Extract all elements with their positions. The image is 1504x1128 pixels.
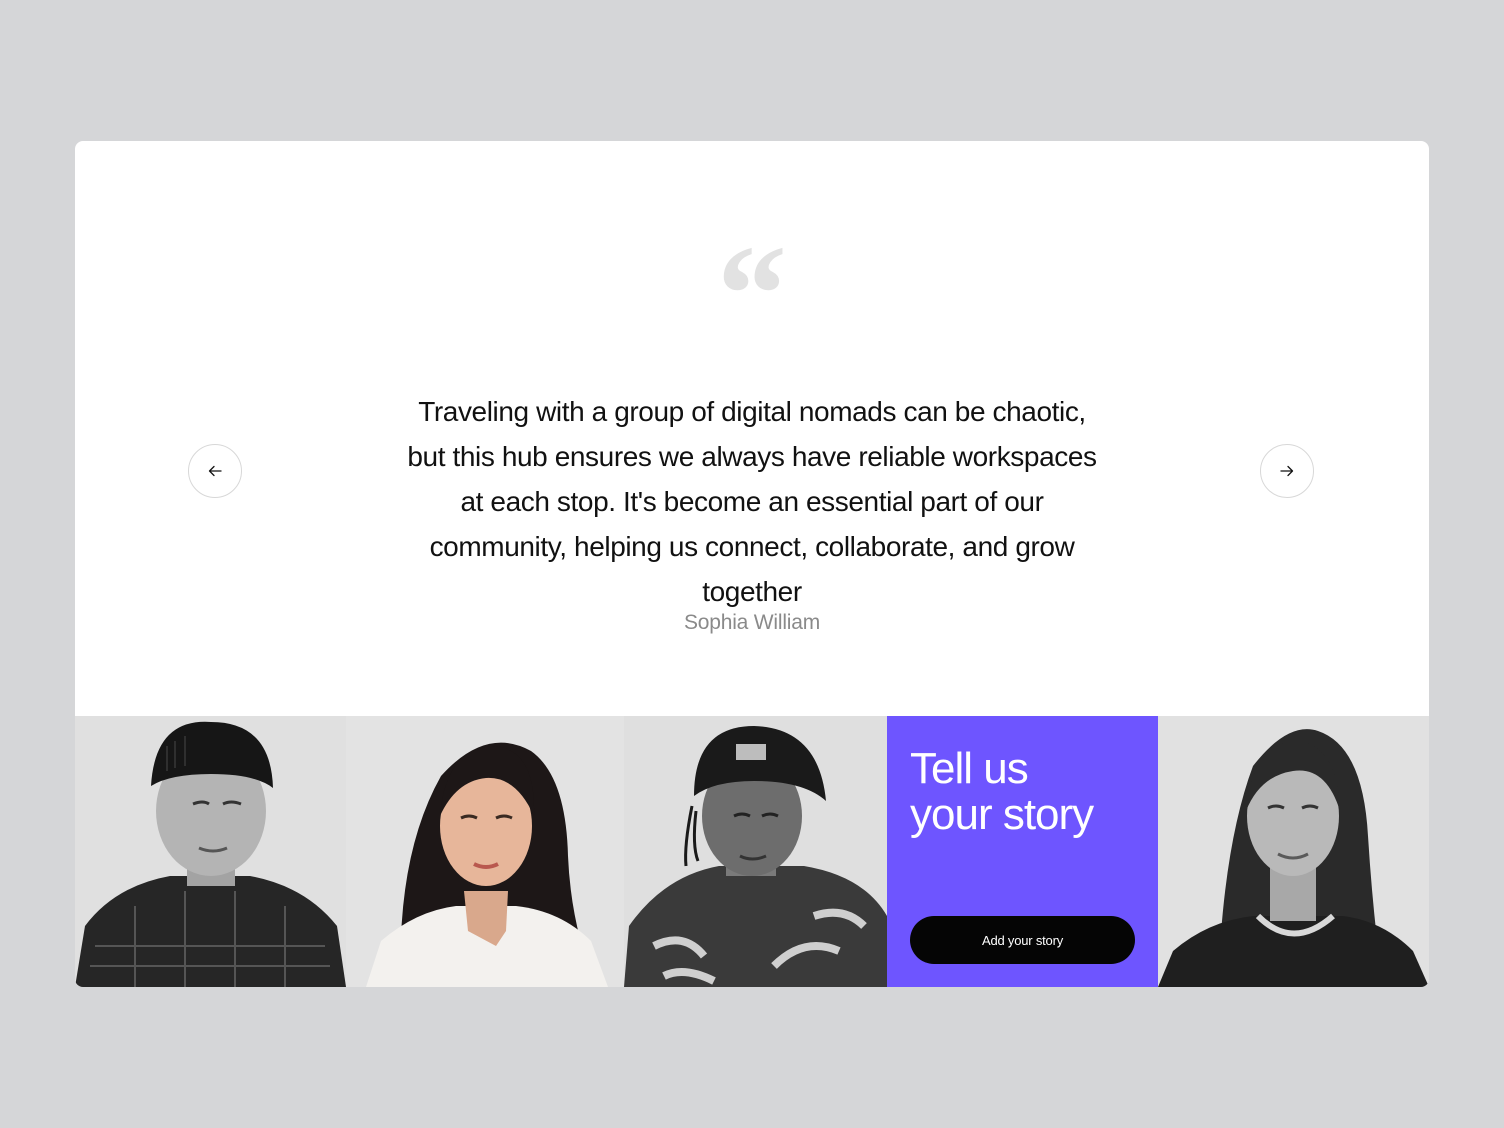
portrait-woman-dark-hair	[346, 716, 624, 987]
portrait-man-beanie	[75, 716, 346, 987]
quote-mark-icon: “	[717, 217, 787, 372]
testimonial-card: “ Traveling with a group of digital noma…	[75, 141, 1429, 987]
testimonial-author: Sophia William	[683, 611, 821, 634]
portrait-man-hoodie	[624, 716, 887, 987]
previous-button[interactable]	[188, 444, 242, 498]
portrait-strip: Tell us your story Add your story	[75, 716, 1429, 987]
add-your-story-button[interactable]: Add your story	[910, 916, 1135, 964]
cta-title-line1: Tell us	[910, 744, 1029, 793]
arrow-left-icon	[208, 465, 222, 477]
portrait-woman-long-hair	[1158, 716, 1429, 987]
cta-title-line2: your story	[910, 790, 1094, 839]
arrow-right-icon	[1280, 465, 1294, 477]
tell-your-story-panel: Tell us your story Add your story	[887, 716, 1158, 987]
cta-title: Tell us your story	[910, 744, 1094, 839]
next-button[interactable]	[1260, 444, 1314, 498]
testimonial-quote: Traveling with a group of digital nomads…	[407, 396, 1097, 607]
